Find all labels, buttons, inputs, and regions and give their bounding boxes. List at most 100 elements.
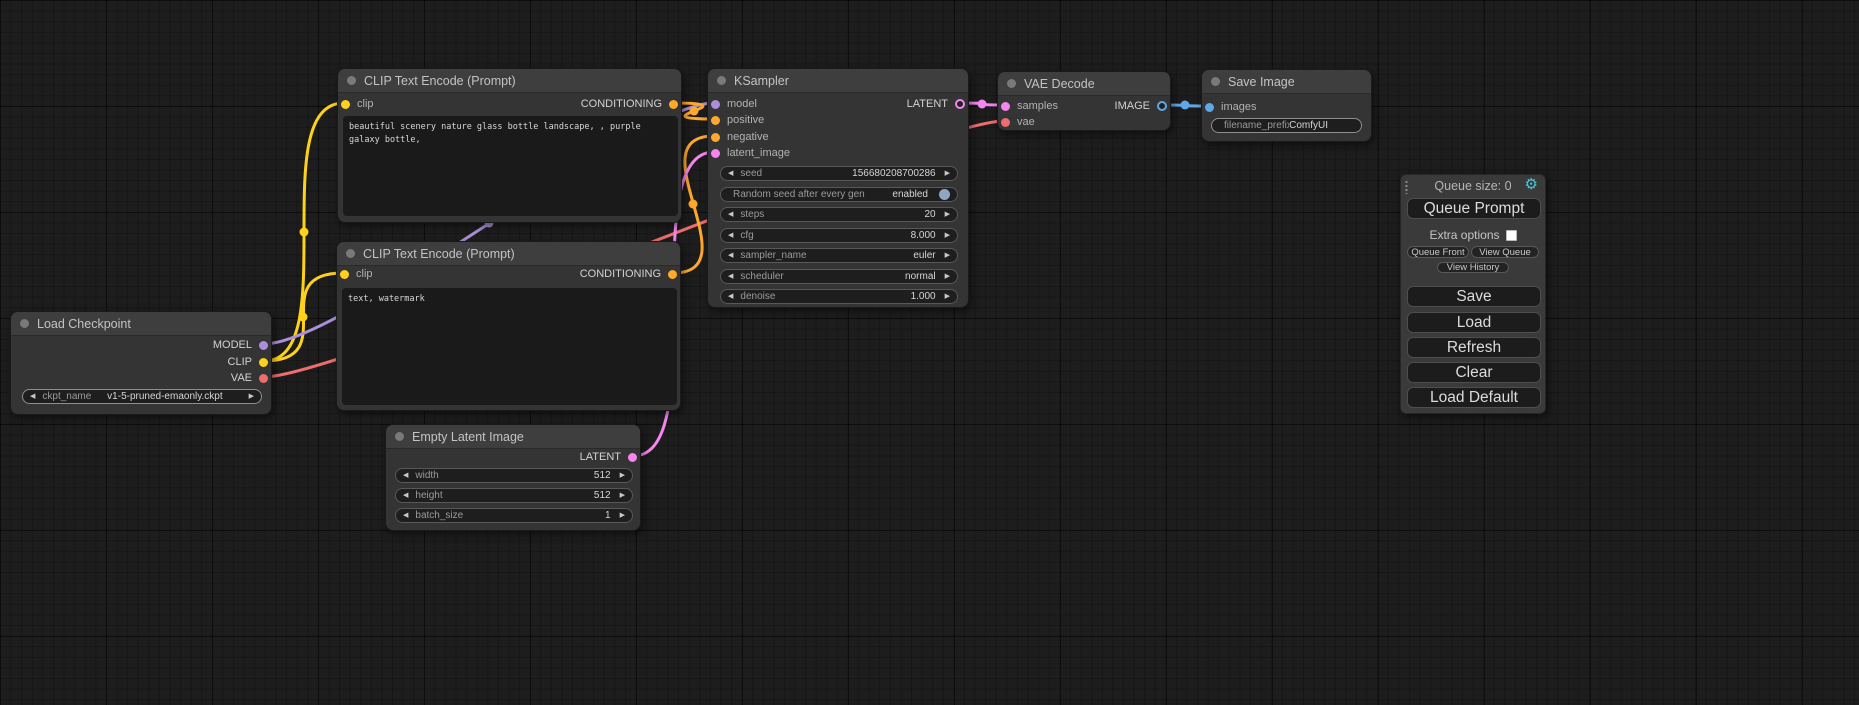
vae-port-dot[interactable] <box>1001 118 1010 127</box>
output-port-conditioning[interactable]: CONDITIONING <box>581 96 678 112</box>
node-save-image[interactable]: Save Image images filename_prefix ComfyU… <box>1201 69 1372 142</box>
input-port-positive[interactable]: positive <box>711 112 764 128</box>
node-load-checkpoint[interactable]: Load Checkpoint MODEL CLIP VAE ◀ ckpt_na… <box>10 311 272 415</box>
wire-midpoint-dot[interactable] <box>300 228 309 237</box>
output-port-latent[interactable]: LATENT <box>907 96 965 112</box>
model-port-dot[interactable] <box>259 341 268 350</box>
steps-widget[interactable]: ◀ steps 20 ▶ <box>720 207 958 222</box>
latent-port-dot[interactable] <box>1001 102 1010 111</box>
next-arrow-icon[interactable]: ▶ <box>249 393 254 400</box>
latent-port-dot[interactable] <box>711 149 720 158</box>
next-arrow-icon[interactable]: ▶ <box>945 273 950 280</box>
filename-prefix-widget[interactable]: filename_prefix ComfyUI <box>1211 118 1362 133</box>
refresh-button[interactable]: Refresh <box>1407 337 1541 358</box>
ckpt-name-widget[interactable]: ◀ ckpt_name v1-5-pruned-emaonly.ckpt ▶ <box>22 389 262 404</box>
collapse-dot-icon[interactable] <box>346 249 355 258</box>
input-port-vae[interactable]: vae <box>1001 114 1035 130</box>
collapse-dot-icon[interactable] <box>347 76 356 85</box>
input-port-model[interactable]: model <box>711 96 757 112</box>
latent-port-dot[interactable] <box>955 99 965 109</box>
latent-port-dot[interactable] <box>628 453 637 462</box>
collapse-dot-icon[interactable] <box>717 76 726 85</box>
decrease-arrow-icon[interactable]: ◀ <box>403 472 408 479</box>
node-clip-text-encode-positive[interactable]: CLIP Text Encode (Prompt) clip CONDITION… <box>337 68 682 223</box>
prompt-textarea[interactable]: text, watermark <box>342 288 677 405</box>
previous-arrow-icon[interactable]: ◀ <box>30 393 35 400</box>
decrease-arrow-icon[interactable]: ◀ <box>403 512 408 519</box>
scheduler-widget[interactable]: ◀ scheduler normal ▶ <box>720 269 958 284</box>
clip-port-dot[interactable] <box>341 100 350 109</box>
node-header[interactable]: VAE Decode <box>998 72 1170 96</box>
load-default-button[interactable]: Load Default <box>1407 387 1541 408</box>
increase-arrow-icon[interactable]: ▶ <box>945 170 950 177</box>
node-header[interactable]: Save Image <box>1202 70 1371 94</box>
view-queue-button[interactable]: View Queue <box>1471 246 1539 258</box>
increase-arrow-icon[interactable]: ▶ <box>945 293 950 300</box>
extra-options-checkbox[interactable] <box>1506 230 1517 241</box>
denoise-widget[interactable]: ◀ denoise 1.000 ▶ <box>720 289 958 304</box>
load-button[interactable]: Load <box>1407 312 1541 333</box>
sampler-name-widget[interactable]: ◀ sampler_name euler ▶ <box>720 248 958 263</box>
image-port-dot[interactable] <box>1205 103 1214 112</box>
queue-front-button[interactable]: Queue Front <box>1407 246 1469 258</box>
increase-arrow-icon[interactable]: ▶ <box>620 512 625 519</box>
collapse-dot-icon[interactable] <box>1211 77 1220 86</box>
cfg-widget[interactable]: ◀ cfg 8.000 ▶ <box>720 228 958 243</box>
collapse-dot-icon[interactable] <box>395 432 404 441</box>
view-history-button[interactable]: View History <box>1437 262 1509 273</box>
input-port-samples[interactable]: samples <box>1001 98 1058 114</box>
input-port-negative[interactable]: negative <box>711 129 769 145</box>
decrease-arrow-icon[interactable]: ◀ <box>728 232 733 239</box>
clip-port-dot[interactable] <box>340 270 349 279</box>
decrease-arrow-icon[interactable]: ◀ <box>728 170 733 177</box>
prompt-textarea[interactable]: beautiful scenery nature glass bottle la… <box>343 116 678 216</box>
wire-midpoint-dot[interactable] <box>690 107 699 116</box>
wire-midpoint-dot[interactable] <box>689 200 698 209</box>
node-header[interactable]: Empty Latent Image <box>386 425 640 449</box>
clear-button[interactable]: Clear <box>1407 362 1541 383</box>
node-graph-canvas[interactable]: CLIP Text Encode (Prompt) clip CONDITION… <box>0 0 1859 705</box>
conditioning-port-dot[interactable] <box>668 270 677 279</box>
collapse-dot-icon[interactable] <box>1007 79 1016 88</box>
save-button[interactable]: Save <box>1407 286 1541 307</box>
increase-arrow-icon[interactable]: ▶ <box>945 232 950 239</box>
increase-arrow-icon[interactable]: ▶ <box>620 472 625 479</box>
node-ksampler[interactable]: KSampler model positive negative latent_… <box>707 68 969 308</box>
width-widget[interactable]: ◀ width 512 ▶ <box>395 468 633 483</box>
input-port-clip[interactable]: clip <box>341 96 374 112</box>
wire-midpoint-dot[interactable] <box>299 313 308 322</box>
seed-widget[interactable]: ◀ seed 156680208700286 ▶ <box>720 166 958 181</box>
output-port-image[interactable]: IMAGE <box>1115 98 1167 114</box>
input-port-images[interactable]: images <box>1205 99 1256 115</box>
vae-port-dot[interactable] <box>259 374 268 383</box>
decrease-arrow-icon[interactable]: ◀ <box>728 293 733 300</box>
batch-size-widget[interactable]: ◀ batch_size 1 ▶ <box>395 508 633 523</box>
queue-prompt-button[interactable]: Queue Prompt <box>1407 198 1541 219</box>
conditioning-port-dot[interactable] <box>711 116 720 125</box>
output-port-clip[interactable]: CLIP <box>228 354 268 370</box>
increase-arrow-icon[interactable]: ▶ <box>620 492 625 499</box>
output-port-latent[interactable]: LATENT <box>580 449 637 465</box>
node-empty-latent-image[interactable]: Empty Latent Image LATENT ◀ width 512 ▶ … <box>385 424 641 531</box>
random-seed-widget[interactable]: Random seed after every gen enabled <box>720 187 958 202</box>
next-arrow-icon[interactable]: ▶ <box>945 252 950 259</box>
wire-midpoint-dot[interactable] <box>1181 101 1190 110</box>
input-port-latent-image[interactable]: latent_image <box>711 145 790 161</box>
clip-port-dot[interactable] <box>259 358 268 367</box>
node-header[interactable]: CLIP Text Encode (Prompt) <box>337 242 680 266</box>
input-port-clip[interactable]: clip <box>340 266 373 282</box>
wire-midpoint-dot[interactable] <box>978 100 987 109</box>
settings-gear-icon[interactable]: ⚙ <box>1525 177 1538 192</box>
output-port-model[interactable]: MODEL <box>213 337 268 353</box>
node-header[interactable]: CLIP Text Encode (Prompt) <box>338 69 681 93</box>
node-header[interactable]: KSampler <box>708 69 968 93</box>
previous-arrow-icon[interactable]: ◀ <box>728 273 733 280</box>
conditioning-port-dot[interactable] <box>669 100 678 109</box>
collapse-dot-icon[interactable] <box>20 319 29 328</box>
node-header[interactable]: Load Checkpoint <box>11 312 271 336</box>
output-port-conditioning[interactable]: CONDITIONING <box>580 266 677 282</box>
conditioning-port-dot[interactable] <box>711 133 720 142</box>
node-clip-text-encode-negative[interactable]: CLIP Text Encode (Prompt) clip CONDITION… <box>336 241 681 411</box>
node-vae-decode[interactable]: VAE Decode samples vae IMAGE <box>997 71 1171 131</box>
decrease-arrow-icon[interactable]: ◀ <box>403 492 408 499</box>
